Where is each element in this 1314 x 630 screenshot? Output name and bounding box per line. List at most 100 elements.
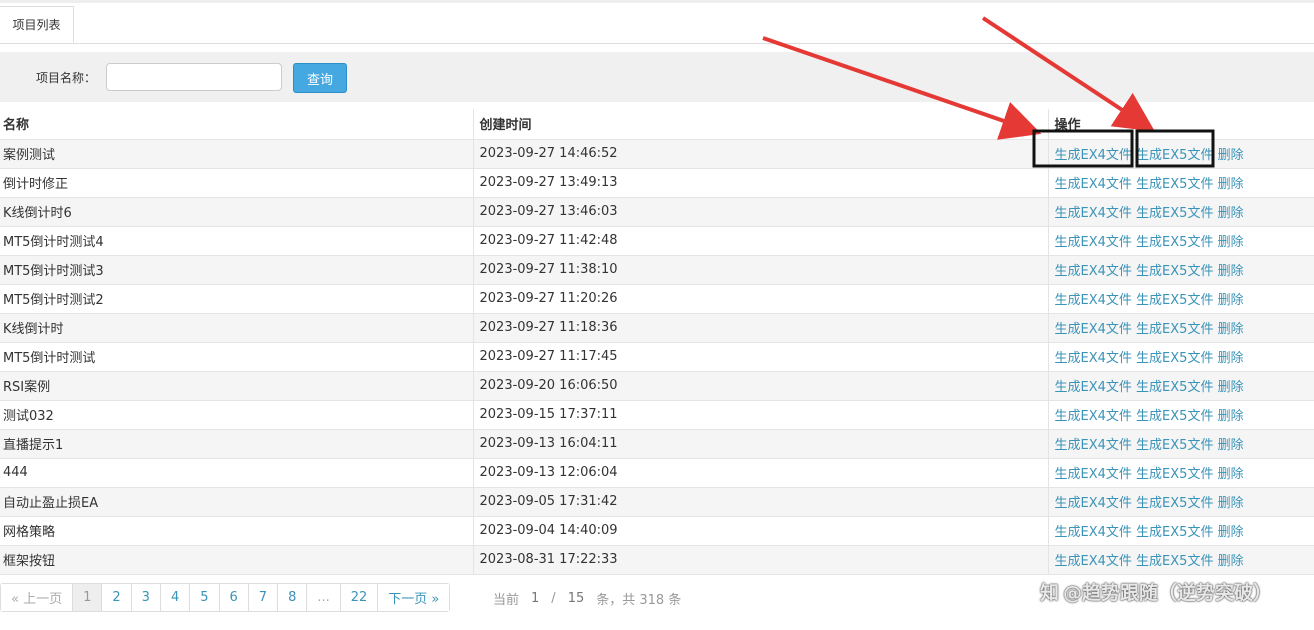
search-label: 项目名称：	[36, 71, 97, 85]
actions-cell: 生成EX4文件 生成EX5文件 删除	[1048, 313, 1314, 343]
pager-info-suffix: 条，共 318 条	[596, 593, 682, 608]
page-button-2[interactable]: 2	[102, 584, 132, 611]
page-button-1[interactable]: 1	[73, 584, 103, 611]
pager-info-prefix: 当前	[493, 593, 520, 608]
created-time-cell: 2023-09-13 16:04:11	[473, 429, 1049, 459]
generate-ex4-link[interactable]: 生成EX4文件	[1055, 554, 1132, 569]
delete-link[interactable]: 删除	[1218, 554, 1244, 569]
delete-link[interactable]: 删除	[1218, 467, 1244, 482]
generate-ex4-link[interactable]: 生成EX4文件	[1055, 496, 1132, 511]
delete-link[interactable]: 删除	[1218, 322, 1244, 337]
generate-ex5-link[interactable]: 生成EX5文件	[1136, 496, 1213, 511]
project-name-cell: MT5倒计时测试	[0, 342, 474, 372]
created-time-cell: 2023-09-05 17:31:42	[473, 487, 1049, 517]
next-page-button[interactable]: 下一页 »	[378, 584, 450, 611]
project-table: 名称 创建时间 操作 案例测试 2023-09-27 14:46:52 生成EX4文…	[0, 109, 1314, 575]
delete-link[interactable]: 删除	[1218, 235, 1244, 250]
generate-ex5-link[interactable]: 生成EX5文件	[1136, 206, 1213, 221]
generate-ex5-link[interactable]: 生成EX5文件	[1136, 177, 1213, 192]
generate-ex5-link[interactable]: 生成EX5文件	[1136, 148, 1213, 163]
project-name-cell: 直播提示1	[0, 429, 474, 459]
page-button-6[interactable]: 6	[219, 584, 249, 611]
generate-ex4-link[interactable]: 生成EX4文件	[1055, 177, 1132, 192]
delete-link[interactable]: 删除	[1218, 409, 1244, 424]
generate-ex4-link[interactable]: 生成EX4文件	[1055, 438, 1132, 453]
generate-ex5-link[interactable]: 生成EX5文件	[1136, 525, 1213, 540]
table-row: K线倒计时 2023-09-27 11:18:36 生成EX4文件 生成EX5文件 …	[0, 313, 1314, 343]
tab-project-list[interactable]: 项目列表	[0, 6, 74, 43]
page-button-22[interactable]: 22	[340, 584, 379, 611]
generate-ex4-link[interactable]: 生成EX4文件	[1055, 322, 1132, 337]
generate-ex5-link[interactable]: 生成EX5文件	[1136, 235, 1213, 250]
table-row: 444 2023-09-13 12:06:04 生成EX4文件 生成EX5文件 删除	[0, 458, 1314, 488]
table-row: 自动止盈止损EA 2023-09-05 17:31:42 生成EX4文件 生成EX5…	[0, 487, 1314, 517]
delete-link[interactable]: 删除	[1218, 206, 1244, 221]
table-row: K线倒计时6 2023-09-27 13:46:03 生成EX4文件 生成EX5文件…	[0, 197, 1314, 227]
generate-ex4-link[interactable]: 生成EX4文件	[1055, 148, 1132, 163]
generate-ex5-link[interactable]: 生成EX5文件	[1136, 264, 1213, 279]
page-button-4[interactable]: 4	[160, 584, 191, 611]
generate-ex5-link[interactable]: 生成EX5文件	[1136, 380, 1213, 395]
actions-cell: 生成EX4文件 生成EX5文件 删除	[1048, 284, 1314, 314]
top-divider	[0, 0, 1314, 3]
created-time-cell: 2023-08-31 17:22:33	[473, 545, 1049, 575]
pagination: « 上一页 1 2 3 4 5 6 7 8 ... 22 下一页 »	[0, 583, 451, 612]
generate-ex4-link[interactable]: 生成EX4文件	[1055, 380, 1132, 395]
current-page-field[interactable]: 1	[525, 591, 545, 606]
delete-link[interactable]: 删除	[1218, 177, 1244, 192]
generate-ex5-link[interactable]: 生成EX5文件	[1136, 438, 1213, 453]
generate-ex5-link[interactable]: 生成EX5文件	[1136, 554, 1213, 569]
actions-cell: 生成EX4文件 生成EX5文件 删除	[1048, 516, 1314, 546]
project-name-cell: 倒计时修正	[0, 168, 474, 198]
actions-cell: 生成EX4文件 生成EX5文件 删除	[1048, 487, 1314, 517]
tab-bar: 项目列表	[0, 0, 1314, 44]
delete-link[interactable]: 删除	[1218, 148, 1244, 163]
project-name-cell: 案例测试	[0, 139, 474, 169]
created-time-cell: 2023-09-13 12:06:04	[473, 458, 1049, 488]
search-button[interactable]: 查询	[293, 63, 347, 93]
actions-cell: 生成EX4文件 生成EX5文件 删除	[1048, 197, 1314, 227]
table-row: MT5倒计时测试 2023-09-27 11:17:45 生成EX4文件 生成EX5…	[0, 342, 1314, 372]
generate-ex4-link[interactable]: 生成EX4文件	[1055, 409, 1132, 424]
generate-ex4-link[interactable]: 生成EX4文件	[1055, 206, 1132, 221]
project-name-cell: MT5倒计时测试4	[0, 226, 474, 256]
table-row: 测试032 2023-09-15 17:37:11 生成EX4文件 生成EX5文件 …	[0, 400, 1314, 430]
page-button-7[interactable]: 7	[248, 584, 279, 611]
created-time-cell: 2023-09-27 11:17:45	[473, 342, 1049, 372]
generate-ex5-link[interactable]: 生成EX5文件	[1136, 467, 1213, 482]
actions-cell: 生成EX4文件 生成EX5文件 删除	[1048, 342, 1314, 372]
table-header-row: 名称 创建时间 操作	[0, 109, 1314, 140]
generate-ex4-link[interactable]: 生成EX4文件	[1055, 264, 1132, 279]
project-name-input[interactable]	[106, 63, 282, 91]
prev-page-button[interactable]: « 上一页	[1, 584, 74, 611]
zhihu-logo-icon: 知	[1040, 581, 1060, 604]
generate-ex4-link[interactable]: 生成EX4文件	[1055, 235, 1132, 250]
delete-link[interactable]: 删除	[1218, 380, 1244, 395]
created-time-cell: 2023-09-27 13:46:03	[473, 197, 1049, 227]
table-row: MT5倒计时测试4 2023-09-27 11:42:48 生成EX4文件 生成EX…	[0, 226, 1314, 256]
project-name-cell: 444	[0, 458, 474, 488]
page-button-5[interactable]: 5	[190, 584, 220, 611]
project-name-cell: 测试032	[0, 400, 474, 430]
generate-ex4-link[interactable]: 生成EX4文件	[1055, 351, 1132, 366]
delete-link[interactable]: 删除	[1218, 496, 1244, 511]
created-time-cell: 2023-09-27 11:38:10	[473, 255, 1049, 285]
generate-ex5-link[interactable]: 生成EX5文件	[1136, 351, 1213, 366]
generate-ex5-link[interactable]: 生成EX5文件	[1136, 322, 1213, 337]
delete-link[interactable]: 删除	[1218, 351, 1244, 366]
table-row: 倒计时修正 2023-09-27 13:49:13 生成EX4文件 生成EX5文件 …	[0, 168, 1314, 198]
created-time-cell: 2023-09-20 16:06:50	[473, 371, 1049, 401]
delete-link[interactable]: 删除	[1218, 264, 1244, 279]
delete-link[interactable]: 删除	[1218, 525, 1244, 540]
page-button-8[interactable]: 8	[278, 584, 308, 611]
generate-ex4-link[interactable]: 生成EX4文件	[1055, 293, 1132, 308]
table-row: MT5倒计时测试3 2023-09-27 11:38:10 生成EX4文件 生成EX…	[0, 255, 1314, 285]
page-button-3[interactable]: 3	[131, 584, 161, 611]
generate-ex5-link[interactable]: 生成EX5文件	[1136, 293, 1213, 308]
generate-ex5-link[interactable]: 生成EX5文件	[1136, 409, 1213, 424]
generate-ex4-link[interactable]: 生成EX4文件	[1055, 467, 1132, 482]
delete-link[interactable]: 删除	[1218, 293, 1244, 308]
project-name-cell: MT5倒计时测试2	[0, 284, 474, 314]
generate-ex4-link[interactable]: 生成EX4文件	[1055, 525, 1132, 540]
delete-link[interactable]: 删除	[1218, 438, 1244, 453]
